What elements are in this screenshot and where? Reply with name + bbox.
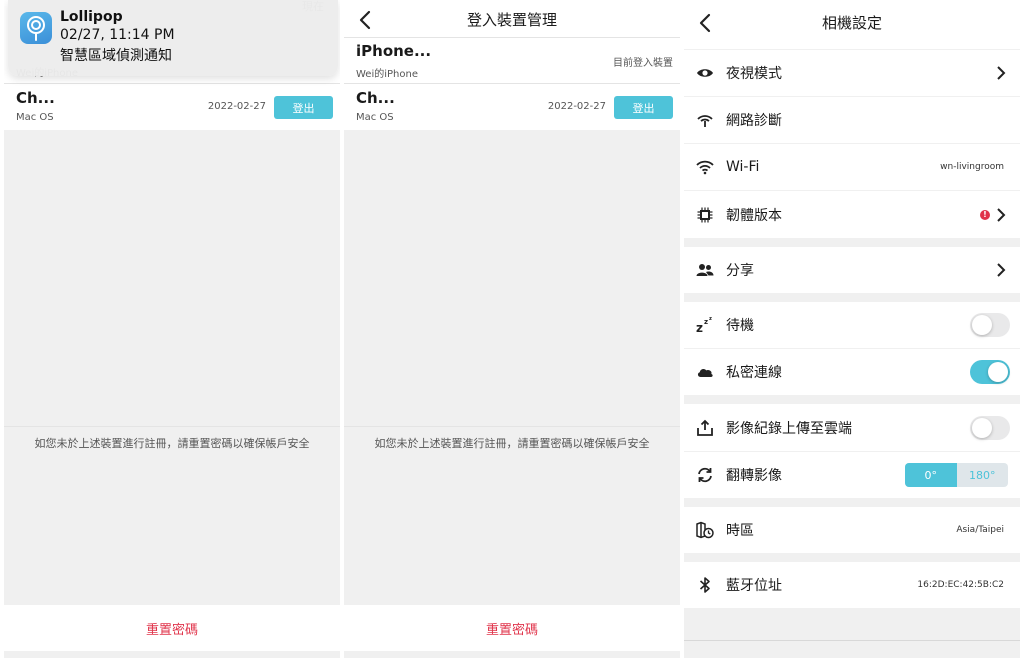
device-owner: Wei的iPhone: [356, 69, 418, 80]
share-label: 分享: [726, 263, 754, 279]
signal-icon: [697, 115, 713, 127]
nav-header: 登入裝置管理: [344, 0, 680, 37]
flip-image-label: 翻轉影像: [726, 468, 782, 484]
flip-image-row: 翻轉影像 0° 180°: [684, 452, 1020, 498]
reset-password-button[interactable]: 重置密碼: [344, 605, 680, 651]
security-hint: 如您未於上述裝置進行註冊，請重置密碼以確保帳戶安全: [34, 437, 310, 450]
toggle-knob: [972, 315, 992, 335]
reset-password-button[interactable]: 重置密碼: [4, 605, 340, 651]
device-row: Ch... Mac OS 2022-02-27 登出: [4, 84, 340, 130]
notification-message: 智慧區域偵測通知: [60, 48, 172, 64]
device-name: Ch...: [16, 89, 55, 107]
flip-segmented-control: 0° 180°: [905, 463, 1008, 487]
bluetooth-address-row: 藍牙位址 16:2D:EC:42:5B:C2: [684, 562, 1020, 608]
device-name: Ch...: [356, 89, 395, 107]
private-connection-toggle[interactable]: [970, 360, 1010, 384]
page-title: 相機設定: [821, 14, 882, 32]
timezone-icon: [696, 521, 714, 539]
wifi-row[interactable]: Wi-Fi wn-livingroom: [684, 144, 1020, 190]
nav-header: 相機設定: [684, 0, 1020, 49]
wifi-icon: [696, 160, 714, 175]
upload-icon: [697, 419, 713, 436]
chevron-right-icon: [997, 207, 1006, 222]
wifi-network-name: wn-livingroom: [940, 162, 1004, 172]
logout-button[interactable]: 登出: [614, 96, 673, 119]
empty-area: [4, 130, 340, 426]
toggle-knob: [988, 362, 1008, 382]
chip-icon: [697, 207, 713, 222]
push-notification[interactable]: Lollipop 02/27, 11:14 PM 智慧區域偵測通知: [8, 0, 338, 76]
hint-area: 如您未於上述裝置進行註冊，請重置密碼以確保帳戶安全: [4, 427, 340, 605]
private-connection-label: 私密連線: [726, 365, 782, 381]
sleep-icon: z z z: [696, 316, 712, 334]
bluetooth-label: 藍牙位址: [726, 578, 782, 594]
update-alert-badge: !: [980, 209, 990, 220]
timezone-label: 時區: [726, 523, 754, 539]
chevron-right-icon: [997, 263, 1006, 277]
device-os: Mac OS: [356, 112, 394, 123]
notification-app-name: Lollipop: [60, 9, 123, 25]
standby-toggle[interactable]: [970, 313, 1010, 337]
device-row: Ch... Mac OS 2022-02-27 登出: [344, 84, 680, 130]
rotate-icon: [698, 467, 712, 483]
eye-icon: [697, 69, 713, 77]
night-mode-label: 夜視模式: [726, 66, 782, 82]
bluetooth-icon: [699, 577, 710, 593]
empty-area: [344, 130, 680, 426]
hint-area: 如您未於上述裝置進行註冊，請重置密碼以確保帳戶安全: [344, 427, 680, 605]
device-date: 2022-02-27: [547, 101, 606, 112]
device-date: 2022-02-27: [207, 101, 266, 112]
page-title: 登入裝置管理: [466, 11, 557, 29]
device-os: Mac OS: [16, 112, 54, 123]
logout-button[interactable]: 登出: [274, 96, 333, 119]
timezone-row[interactable]: 時區 Asia/Taipei: [684, 507, 1020, 553]
svg-text:z: z: [696, 321, 703, 334]
share-row[interactable]: 分享: [684, 247, 1020, 293]
network-diagnosis-label: 網路診斷: [726, 113, 782, 129]
device-management-panel: 登入裝置管理 iPhone... Wei的iPhone 目前登入裝置 Ch...…: [344, 0, 680, 658]
lollipop-app-icon: [20, 12, 52, 44]
chevron-right-icon: [997, 66, 1006, 80]
standby-row: z z z 待機: [684, 302, 1020, 348]
svg-text:z: z: [704, 318, 708, 326]
bluetooth-address: 16:2D:EC:42:5B:C2: [917, 580, 1004, 590]
security-hint: 如您未於上述裝置進行註冊，請重置密碼以確保帳戶安全: [374, 437, 650, 450]
people-icon: [696, 264, 714, 276]
flip-option-180[interactable]: 180°: [957, 463, 1009, 487]
device-row-current: iPhone... Wei的iPhone 目前登入裝置: [344, 38, 680, 83]
divider: [684, 640, 1020, 641]
wifi-label: Wi-Fi: [726, 159, 760, 175]
device-management-panel-with-notification: 現在 Wei的iPhone Ch... Mac OS 2022-02-27 登出…: [4, 0, 340, 658]
night-mode-row[interactable]: 夜視模式: [684, 50, 1020, 96]
cloud-upload-row: 影像紀錄上傳至雲端: [684, 404, 1020, 451]
flip-option-0[interactable]: 0°: [905, 463, 957, 487]
device-name: iPhone...: [356, 42, 432, 60]
bottom-strip: [344, 651, 680, 658]
firmware-label: 韌體版本: [726, 207, 782, 224]
private-connection-row: 私密連線: [684, 349, 1020, 395]
cloud-icon: [697, 368, 713, 377]
standby-label: 待機: [726, 318, 754, 334]
network-diagnosis-row[interactable]: 網路診斷: [684, 97, 1020, 143]
svg-text:z: z: [709, 316, 712, 322]
camera-settings-panel: 相機設定 夜視模式 網路診斷 Wi-Fi wn-livingroom 韌體版本 …: [684, 0, 1020, 658]
cloud-upload-label: 影像紀錄上傳至雲端: [726, 420, 852, 437]
notification-time: 02/27, 11:14 PM: [60, 27, 175, 43]
firmware-version-row[interactable]: 韌體版本 !: [684, 191, 1020, 238]
cloud-upload-toggle[interactable]: [970, 415, 1010, 440]
bottom-strip: [4, 651, 340, 658]
toggle-knob: [972, 417, 992, 438]
timezone-value: Asia/Taipei: [956, 525, 1004, 535]
current-device-status: 目前登入裝置: [613, 58, 673, 69]
